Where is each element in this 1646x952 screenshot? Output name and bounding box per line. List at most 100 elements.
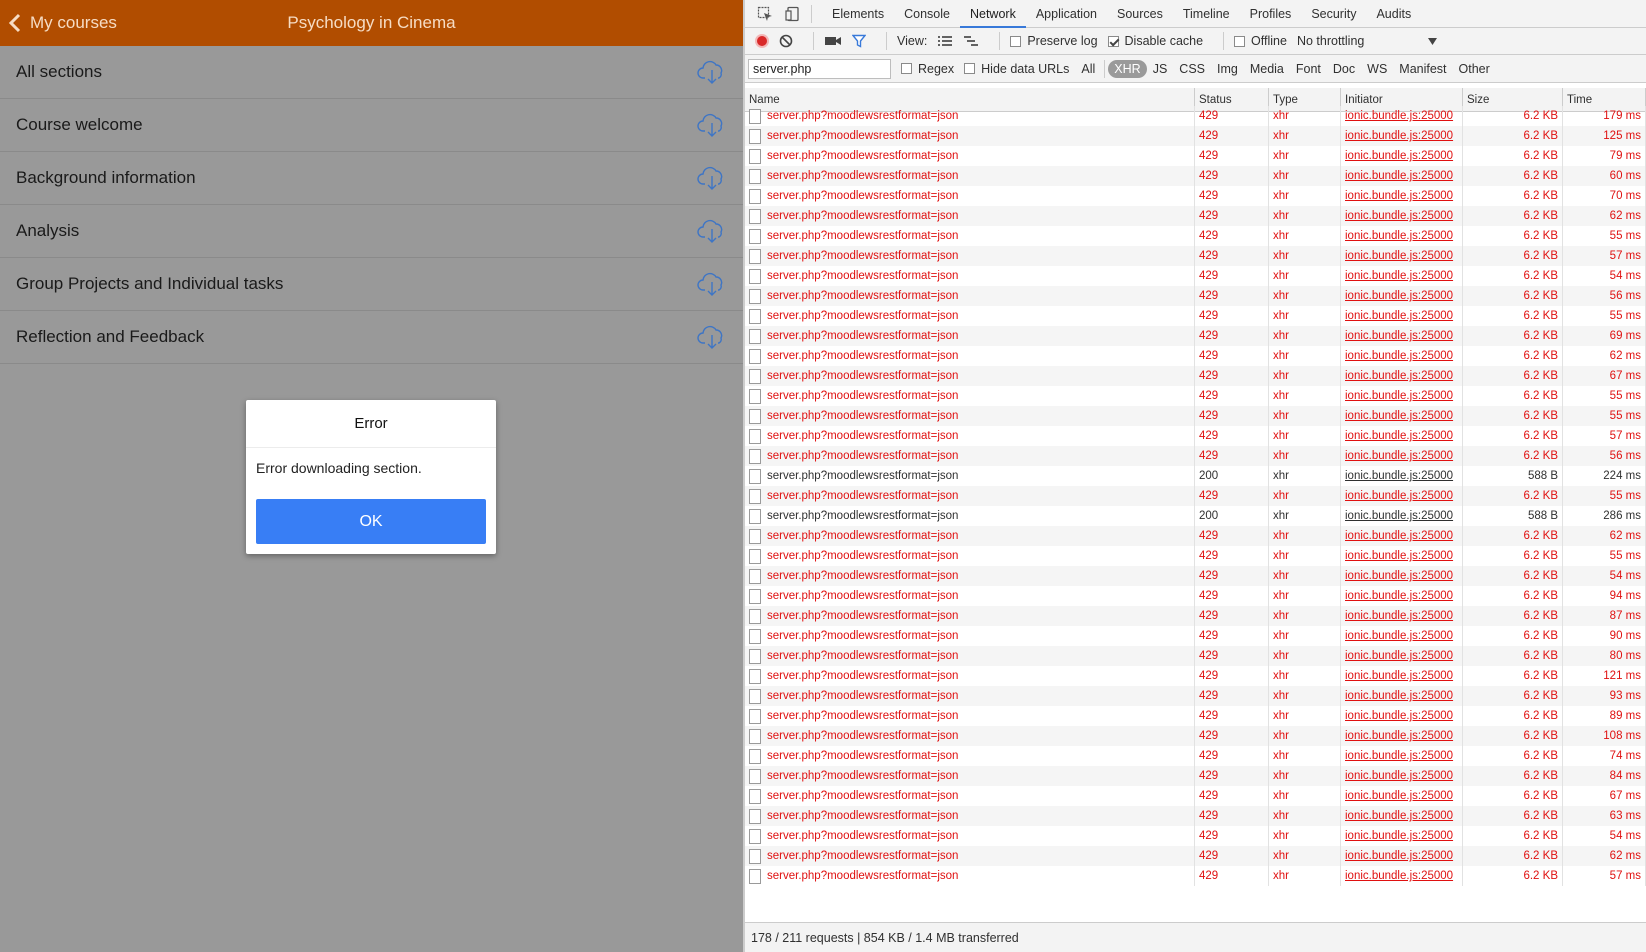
cloud-download-icon[interactable] (697, 324, 727, 350)
table-row[interactable]: server.php?moodlewsrestformat=json 429 xhr… (745, 306, 1646, 326)
table-row[interactable]: server.php?moodlewsrestformat=json 429 xhr… (745, 806, 1646, 826)
clear-button[interactable] (779, 34, 793, 48)
table-row[interactable]: server.php?moodlewsrestformat=json 429 xhr… (745, 186, 1646, 206)
filter-type-manifest[interactable]: Manifest (1393, 60, 1452, 78)
table-row[interactable]: server.php?moodlewsrestformat=json 429 xhr… (745, 686, 1646, 706)
tab-sources[interactable]: Sources (1107, 0, 1173, 28)
table-row[interactable]: server.php?moodlewsrestformat=json 429 xhr… (745, 446, 1646, 466)
throttling-select[interactable]: No throttling (1297, 34, 1437, 48)
request-initiator-link-cell[interactable]: ionic.bundle.js:25000 (1341, 546, 1463, 566)
request-initiator-link-cell[interactable]: ionic.bundle.js:25000 (1341, 706, 1463, 726)
table-row[interactable]: server.php?moodlewsrestformat=json 429 xhr… (745, 126, 1646, 146)
table-row[interactable]: server.php?moodlewsrestformat=json 429 xhr… (745, 346, 1646, 366)
request-initiator-link-cell[interactable]: ionic.bundle.js:25000 (1341, 846, 1463, 866)
table-row[interactable]: server.php?moodlewsrestformat=json 429 xhr… (745, 626, 1646, 646)
table-row[interactable]: server.php?moodlewsrestformat=json 429 xhr… (745, 646, 1646, 666)
table-row[interactable]: server.php?moodlewsrestformat=json 429 xhr… (745, 266, 1646, 286)
tab-console[interactable]: Console (894, 0, 960, 28)
request-initiator-link-cell[interactable]: ionic.bundle.js:25000 (1341, 786, 1463, 806)
table-row[interactable]: server.php?moodlewsrestformat=json 429 xhr… (745, 766, 1646, 786)
request-initiator-link-cell[interactable]: ionic.bundle.js:25000 (1341, 526, 1463, 546)
inspect-element-icon[interactable] (757, 6, 773, 22)
table-row[interactable]: server.php?moodlewsrestformat=json 429 xhr… (745, 666, 1646, 686)
tab-audits[interactable]: Audits (1366, 0, 1421, 28)
request-initiator-link-cell[interactable]: ionic.bundle.js:25000 (1341, 806, 1463, 826)
table-row[interactable]: server.php?moodlewsrestformat=json 429 xhr… (745, 586, 1646, 606)
request-initiator-link-cell[interactable]: ionic.bundle.js:25000 (1341, 486, 1463, 506)
filter-type-font[interactable]: Font (1290, 60, 1327, 78)
request-initiator-link-cell[interactable]: ionic.bundle.js:25000 (1341, 126, 1463, 146)
table-row[interactable]: server.php?moodlewsrestformat=json 429 xhr… (745, 566, 1646, 586)
request-initiator-link-cell[interactable]: ionic.bundle.js:25000 (1341, 186, 1463, 206)
large-rows-button[interactable] (937, 35, 953, 47)
table-row[interactable]: server.php?moodlewsrestformat=json 429 xhr… (745, 546, 1646, 566)
tab-timeline[interactable]: Timeline (1173, 0, 1240, 28)
filter-type-doc[interactable]: Doc (1327, 60, 1361, 78)
table-row[interactable]: server.php?moodlewsrestformat=json 429 xhr… (745, 226, 1646, 246)
cloud-download-icon[interactable] (697, 218, 727, 244)
request-initiator-link-cell[interactable]: ionic.bundle.js:25000 (1341, 206, 1463, 226)
request-initiator-link-cell[interactable]: ionic.bundle.js:25000 (1341, 466, 1463, 486)
capture-screenshots-button[interactable] (824, 35, 842, 47)
tab-network[interactable]: Network (959, 0, 1026, 28)
filter-button[interactable] (852, 34, 866, 48)
table-row[interactable]: server.php?moodlewsrestformat=json 429 xhr… (745, 386, 1646, 406)
table-row[interactable]: server.php?moodlewsrestformat=json 429 xhr… (745, 866, 1646, 886)
request-initiator-link-cell[interactable]: ionic.bundle.js:25000 (1341, 646, 1463, 666)
table-row[interactable]: server.php?moodlewsrestformat=json 429 xhr… (745, 706, 1646, 726)
filter-type-other[interactable]: Other (1453, 60, 1496, 78)
table-row[interactable]: server.php?moodlewsrestformat=json 429 xhr… (745, 846, 1646, 866)
offline-checkbox[interactable]: Offline (1234, 34, 1287, 48)
request-initiator-link-cell[interactable]: ionic.bundle.js:25000 (1341, 606, 1463, 626)
table-row[interactable]: server.php?moodlewsrestformat=json 429 xhr… (745, 206, 1646, 226)
table-row[interactable]: server.php?moodlewsrestformat=json 429 xhr… (745, 826, 1646, 846)
record-button[interactable] (755, 34, 769, 48)
request-initiator-link-cell[interactable]: ionic.bundle.js:25000 (1341, 746, 1463, 766)
section-item[interactable]: All sections (0, 46, 743, 99)
table-row[interactable]: server.php?moodlewsrestformat=json 429 xhr… (745, 106, 1646, 126)
request-initiator-link-cell[interactable]: ionic.bundle.js:25000 (1341, 426, 1463, 446)
filter-type-all[interactable]: All (1075, 60, 1101, 78)
request-initiator-link-cell[interactable]: ionic.bundle.js:25000 (1341, 686, 1463, 706)
table-row[interactable]: server.php?moodlewsrestformat=json 429 xhr… (745, 526, 1646, 546)
request-initiator-link-cell[interactable]: ionic.bundle.js:25000 (1341, 246, 1463, 266)
filter-input[interactable] (748, 58, 891, 79)
regex-checkbox[interactable]: Regex (901, 62, 954, 76)
hide-data-urls-checkbox[interactable]: Hide data URLs (964, 62, 1069, 76)
cloud-download-icon[interactable] (697, 165, 727, 191)
request-initiator-link-cell[interactable]: ionic.bundle.js:25000 (1341, 346, 1463, 366)
table-row[interactable]: server.php?moodlewsrestformat=json 429 xhr… (745, 606, 1646, 626)
tab-application[interactable]: Application (1026, 0, 1107, 28)
tab-elements[interactable]: Elements (822, 0, 894, 28)
request-initiator-link-cell[interactable]: ionic.bundle.js:25000 (1341, 386, 1463, 406)
filter-type-media[interactable]: Media (1244, 60, 1290, 78)
back-button[interactable]: My courses (8, 0, 117, 46)
table-row[interactable]: server.php?moodlewsrestformat=json 429 xhr… (745, 786, 1646, 806)
request-initiator-link-cell[interactable]: ionic.bundle.js:25000 (1341, 146, 1463, 166)
table-row[interactable]: server.php?moodlewsrestformat=json 200 xhr… (745, 506, 1646, 526)
request-initiator-link-cell[interactable]: ionic.bundle.js:25000 (1341, 166, 1463, 186)
table-row[interactable]: server.php?moodlewsrestformat=json 429 xhr… (745, 146, 1646, 166)
table-row[interactable]: server.php?moodlewsrestformat=json 429 xhr… (745, 246, 1646, 266)
cloud-download-icon[interactable] (697, 271, 727, 297)
request-initiator-link-cell[interactable]: ionic.bundle.js:25000 (1341, 366, 1463, 386)
filter-type-js[interactable]: JS (1147, 60, 1174, 78)
table-row[interactable]: server.php?moodlewsrestformat=json 429 xhr… (745, 486, 1646, 506)
request-initiator-link-cell[interactable]: ionic.bundle.js:25000 (1341, 306, 1463, 326)
filter-type-img[interactable]: Img (1211, 60, 1244, 78)
section-item[interactable]: Analysis (0, 205, 743, 258)
tab-security[interactable]: Security (1301, 0, 1366, 28)
request-initiator-link-cell[interactable]: ionic.bundle.js:25000 (1341, 566, 1463, 586)
disable-cache-checkbox[interactable]: Disable cache (1107, 34, 1203, 48)
request-initiator-link-cell[interactable]: ionic.bundle.js:25000 (1341, 266, 1463, 286)
section-item[interactable]: Background information (0, 152, 743, 205)
table-row[interactable]: server.php?moodlewsrestformat=json 200 xhr… (745, 466, 1646, 486)
request-initiator-link-cell[interactable]: ionic.bundle.js:25000 (1341, 106, 1463, 126)
table-row[interactable]: server.php?moodlewsrestformat=json 429 xhr… (745, 406, 1646, 426)
request-initiator-link-cell[interactable]: ionic.bundle.js:25000 (1341, 826, 1463, 846)
section-item[interactable]: Group Projects and Individual tasks (0, 258, 743, 311)
request-initiator-link-cell[interactable]: ionic.bundle.js:25000 (1341, 286, 1463, 306)
table-row[interactable]: server.php?moodlewsrestformat=json 429 xhr… (745, 166, 1646, 186)
request-initiator-link-cell[interactable]: ionic.bundle.js:25000 (1341, 406, 1463, 426)
cloud-download-icon[interactable] (697, 59, 727, 85)
